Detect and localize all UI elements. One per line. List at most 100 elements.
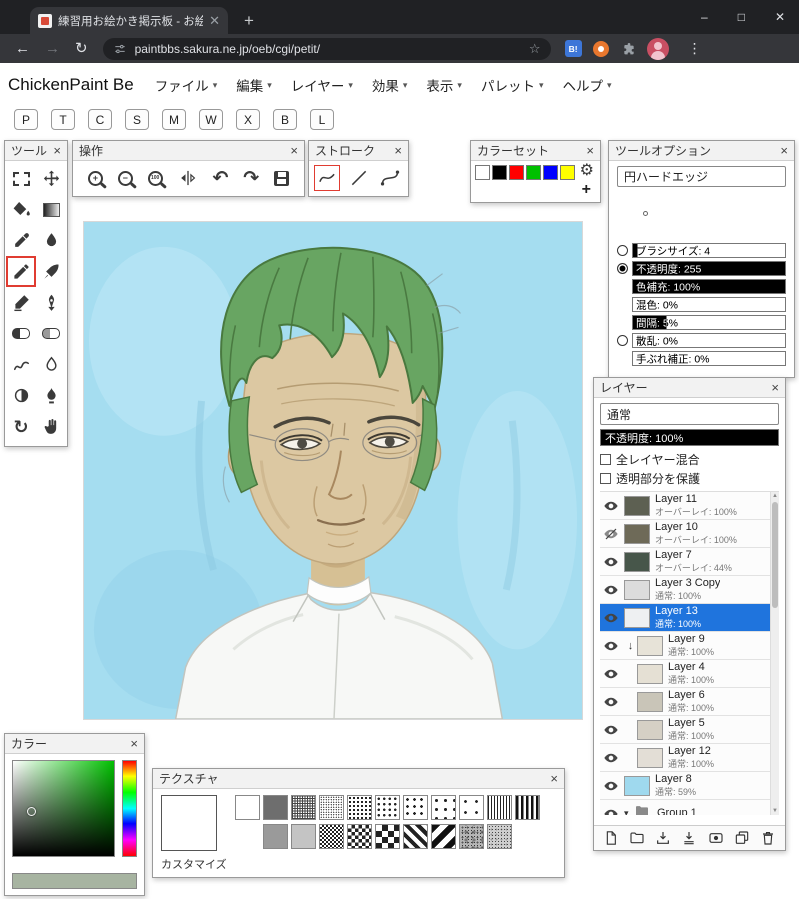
tool-smudge[interactable] [6, 349, 36, 380]
layer-opacity-slider[interactable]: 不透明度: 100% [600, 429, 779, 446]
menu-view[interactable]: 表示 ▾ [426, 75, 462, 95]
close-icon[interactable]: × [586, 144, 594, 157]
back-button[interactable]: ← [15, 41, 30, 56]
texture-customize-label[interactable]: カスタマイズ [161, 856, 227, 872]
tool-burn[interactable] [36, 380, 66, 411]
color-swatch-5[interactable] [560, 165, 575, 180]
layer-list-scrollbar[interactable]: ▲ ▼ [770, 492, 779, 815]
menu-effect[interactable]: 効果 ▾ [372, 75, 408, 95]
shortcut-p[interactable]: P [14, 109, 38, 130]
expand-icon[interactable]: ▾ [624, 808, 634, 815]
tool-options-palette-titlebar[interactable]: ツールオプション × [609, 141, 794, 161]
texture-grid-fine[interactable] [291, 795, 316, 820]
texture-dots-fine[interactable] [319, 795, 344, 820]
layer-row-layer-4[interactable]: Layer 4 通常: 100% [600, 660, 770, 688]
tool-pen[interactable] [36, 256, 66, 287]
flip-horizontal-button[interactable] [178, 168, 198, 188]
layer-row-layer-7[interactable]: Layer 7 オーバーレイ: 44% [600, 548, 770, 576]
texture-vlines-bold[interactable] [515, 795, 540, 820]
window-close-button[interactable]: ✕ [775, 10, 785, 24]
menu-edit[interactable]: 編集 ▾ [236, 75, 272, 95]
shortcut-m[interactable]: M [162, 109, 186, 130]
shortcut-x[interactable]: X [236, 109, 260, 130]
slider-spacing[interactable]: 間隔: 5% [632, 315, 786, 330]
tool-gradient[interactable] [36, 194, 66, 225]
texture-checker-fine[interactable] [319, 824, 344, 849]
close-icon[interactable]: × [53, 144, 61, 157]
menu-layer[interactable]: レイヤー ▾ [291, 75, 353, 95]
colorset-palette-titlebar[interactable]: カラーセット × [471, 141, 600, 161]
texture-dots-tiny[interactable] [459, 795, 484, 820]
forward-button[interactable]: → [45, 41, 60, 56]
texture-noise-fine[interactable] [487, 824, 512, 849]
layer-option-1[interactable]: 透明部分を保護 [600, 469, 779, 488]
eye-visible-icon[interactable] [603, 778, 624, 794]
close-icon[interactable]: × [780, 144, 788, 157]
tools-palette-titlebar[interactable]: ツール × [5, 141, 67, 161]
close-icon[interactable]: × [394, 144, 402, 157]
saturation-value-picker[interactable] [12, 760, 115, 857]
zoom-100-button[interactable]: 100 [147, 170, 163, 186]
scrollbar-thumb[interactable] [772, 502, 778, 608]
duplicate-layer-button[interactable] [734, 830, 750, 846]
layer-row-layer-12[interactable]: Layer 12 通常: 100% [600, 744, 770, 772]
extension-badge[interactable]: B! [564, 40, 582, 57]
layer-row-layer-11[interactable]: Layer 11 オーバーレイ: 100% [600, 492, 770, 520]
add-color-button[interactable]: + [582, 182, 591, 198]
eye-visible-icon[interactable] [603, 610, 624, 626]
add-group-button[interactable] [629, 830, 645, 846]
slider-opacity[interactable]: 不透明度: 255 [632, 261, 786, 276]
texture-white[interactable] [235, 795, 260, 820]
brush-type-select[interactable]: 円ハードエッジ [617, 166, 786, 187]
operations-palette-titlebar[interactable]: 操作 × [73, 141, 304, 161]
layer-row-group-1[interactable]: ▾ Group 1 [600, 800, 770, 815]
layer-row-layer-5[interactable]: Layer 5 通常: 100% [600, 716, 770, 744]
radio-scatter[interactable] [617, 335, 628, 346]
stroke-bezier[interactable] [377, 165, 403, 191]
color-swatch-3[interactable] [526, 165, 541, 180]
layer-row-layer-13[interactable]: Layer 13 通常: 100% [600, 604, 770, 632]
stroke-freehand[interactable] [314, 165, 341, 191]
reload-button[interactable]: ↻ [75, 41, 88, 56]
shortcut-c[interactable]: C [88, 109, 112, 130]
slider-color-recharge[interactable]: 色補充: 100% [632, 279, 786, 294]
save-button[interactable] [274, 170, 290, 186]
texture-palette-titlebar[interactable]: テクスチャ × [153, 769, 564, 789]
slider-brush-size[interactable]: ブラシサイズ: 4 [632, 243, 786, 258]
shortcut-b[interactable]: B [273, 109, 297, 130]
texture-preview[interactable] [161, 795, 217, 851]
slider-stabilizer[interactable]: 手ぶれ補正: 0% [632, 351, 786, 366]
layer-row-layer-10[interactable]: Layer 10 オーバーレイ: 100% [600, 520, 770, 548]
menu-help[interactable]: ヘルプ ▾ [562, 75, 611, 95]
eye-hidden-icon[interactable] [603, 526, 624, 542]
orange-extension-icon[interactable] [592, 40, 609, 57]
menu-palette[interactable]: パレット ▾ [481, 75, 544, 95]
tool-blur[interactable] [36, 349, 66, 380]
eye-visible-icon[interactable] [603, 750, 624, 766]
undo-button[interactable]: ↶ [212, 169, 228, 188]
color-swatch-4[interactable] [543, 165, 558, 180]
texture-checker[interactable] [347, 824, 372, 849]
layer-row-layer-9[interactable]: ↓ Layer 9 通常: 100% [600, 632, 770, 660]
texture-vlines[interactable] [487, 795, 512, 820]
layer-row-layer-3-copy[interactable]: Layer 3 Copy 通常: 100% [600, 576, 770, 604]
texture-checker-bold[interactable] [375, 824, 400, 849]
stroke-palette-titlebar[interactable]: ストローク × [309, 141, 408, 161]
color-palette-titlebar[interactable]: カラー × [5, 734, 144, 754]
layers-palette-titlebar[interactable]: レイヤー × [594, 378, 785, 398]
import-image-button[interactable] [655, 830, 671, 846]
window-minimize-button[interactable]: – [701, 10, 708, 24]
tool-hand[interactable] [36, 411, 66, 442]
color-swatch-0[interactable] [475, 165, 490, 180]
slider-blend[interactable]: 混色: 0% [632, 297, 786, 312]
tool-soft-eraser[interactable] [36, 318, 66, 349]
picker-indicator[interactable] [27, 807, 36, 816]
blend-mode-select[interactable]: 通常 [600, 403, 779, 425]
texture-gray-light[interactable] [291, 824, 316, 849]
color-swatch-1[interactable] [492, 165, 507, 180]
close-icon[interactable]: × [130, 737, 138, 750]
texture-diag-half[interactable] [431, 824, 456, 849]
tool-airbrush[interactable] [6, 287, 36, 318]
eye-visible-icon[interactable] [603, 666, 624, 682]
redo-button[interactable]: ↷ [243, 169, 259, 188]
